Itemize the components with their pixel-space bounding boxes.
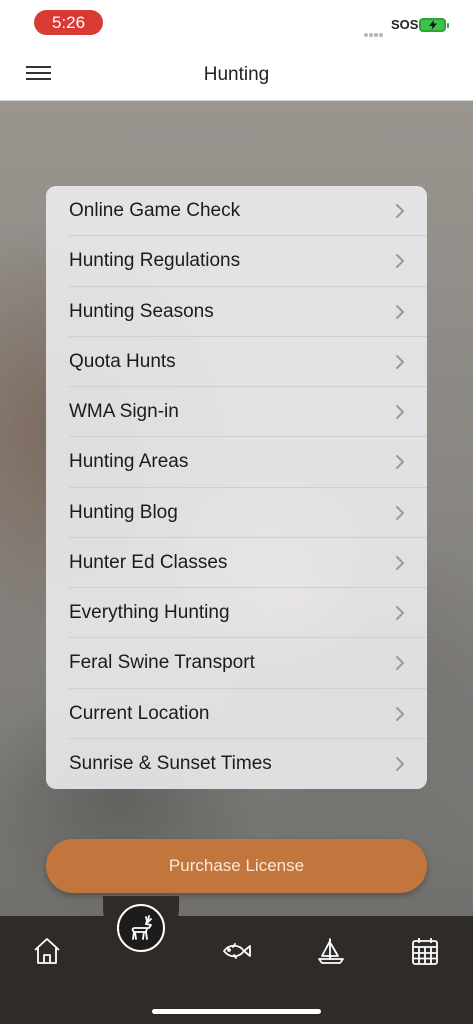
menu-item-hunting-blog[interactable]: Hunting Blog (46, 488, 427, 538)
status-bar: 5:26 SOS (0, 0, 473, 48)
menu-item-hunting-seasons[interactable]: Hunting Seasons (46, 287, 427, 337)
chevron-right-icon (396, 254, 404, 269)
home-indicator (152, 1009, 321, 1014)
chevron-right-icon (396, 455, 404, 470)
battery-icon (419, 18, 449, 32)
menu-item-online-game-check[interactable]: Online Game Check (46, 186, 427, 237)
chevron-right-icon (396, 304, 404, 319)
chevron-right-icon (396, 505, 404, 520)
sailboat-icon[interactable] (316, 936, 346, 966)
menu-item-hunting-areas[interactable]: Hunting Areas (46, 437, 427, 488)
menu-item-label: Quota Hunts (69, 350, 176, 372)
menu-item-label: Feral Swine Transport (69, 652, 255, 674)
menu-item-hunter-ed-classes[interactable]: Hunter Ed Classes (46, 538, 427, 588)
menu-item-sunrise-sunset-times[interactable]: Sunrise & Sunset Times (46, 739, 427, 789)
menu-item-label: WMA Sign-in (69, 401, 179, 423)
status-time: 5:26 (34, 10, 103, 35)
menu-item-label: Hunting Areas (69, 451, 189, 473)
chevron-right-icon (396, 354, 404, 369)
tab-hunting[interactable] (117, 904, 165, 952)
menu-item-everything-hunting[interactable]: Everything Hunting (46, 588, 427, 639)
chevron-right-icon (396, 405, 404, 420)
menu-item-hunting-regulations[interactable]: Hunting Regulations (46, 236, 427, 287)
chevron-right-icon (396, 606, 404, 621)
menu-item-wma-sign-in[interactable]: WMA Sign-in (46, 387, 427, 438)
signal-icon (364, 24, 386, 37)
home-icon[interactable] (32, 936, 62, 966)
deer-icon (131, 915, 152, 940)
menu-item-label: Hunting Seasons (69, 300, 214, 322)
menu-item-label: Current Location (69, 702, 210, 724)
chevron-right-icon (396, 756, 404, 771)
page-title: Hunting (203, 64, 270, 85)
fish-icon[interactable] (220, 936, 252, 966)
menu-item-feral-swine-transport[interactable]: Feral Swine Transport (46, 638, 427, 689)
menu-item-label: Hunting Blog (69, 501, 178, 523)
purchase-license-button[interactable]: Purchase License (46, 839, 427, 893)
carrier-label: SOS (391, 17, 419, 32)
menu-item-label: Everything Hunting (69, 602, 230, 624)
menu-item-label: Hunter Ed Classes (69, 551, 228, 573)
menu-item-current-location[interactable]: Current Location (46, 689, 427, 739)
menu-item-quota-hunts[interactable]: Quota Hunts (46, 337, 427, 387)
menu-item-label: Online Game Check (69, 200, 241, 222)
menu-item-label: Hunting Regulations (69, 250, 241, 272)
menu-item-label: Sunrise & Sunset Times (69, 752, 272, 774)
chevron-right-icon (396, 555, 404, 570)
calendar-icon[interactable] (411, 936, 439, 966)
chevron-right-icon (396, 706, 404, 721)
tab-bar (0, 896, 473, 1024)
chevron-right-icon (396, 204, 404, 219)
chevron-right-icon (396, 656, 404, 671)
nav-header: Hunting (0, 48, 473, 101)
hunting-menu-list: Online Game Check Hunting Regulations Hu… (46, 186, 427, 789)
